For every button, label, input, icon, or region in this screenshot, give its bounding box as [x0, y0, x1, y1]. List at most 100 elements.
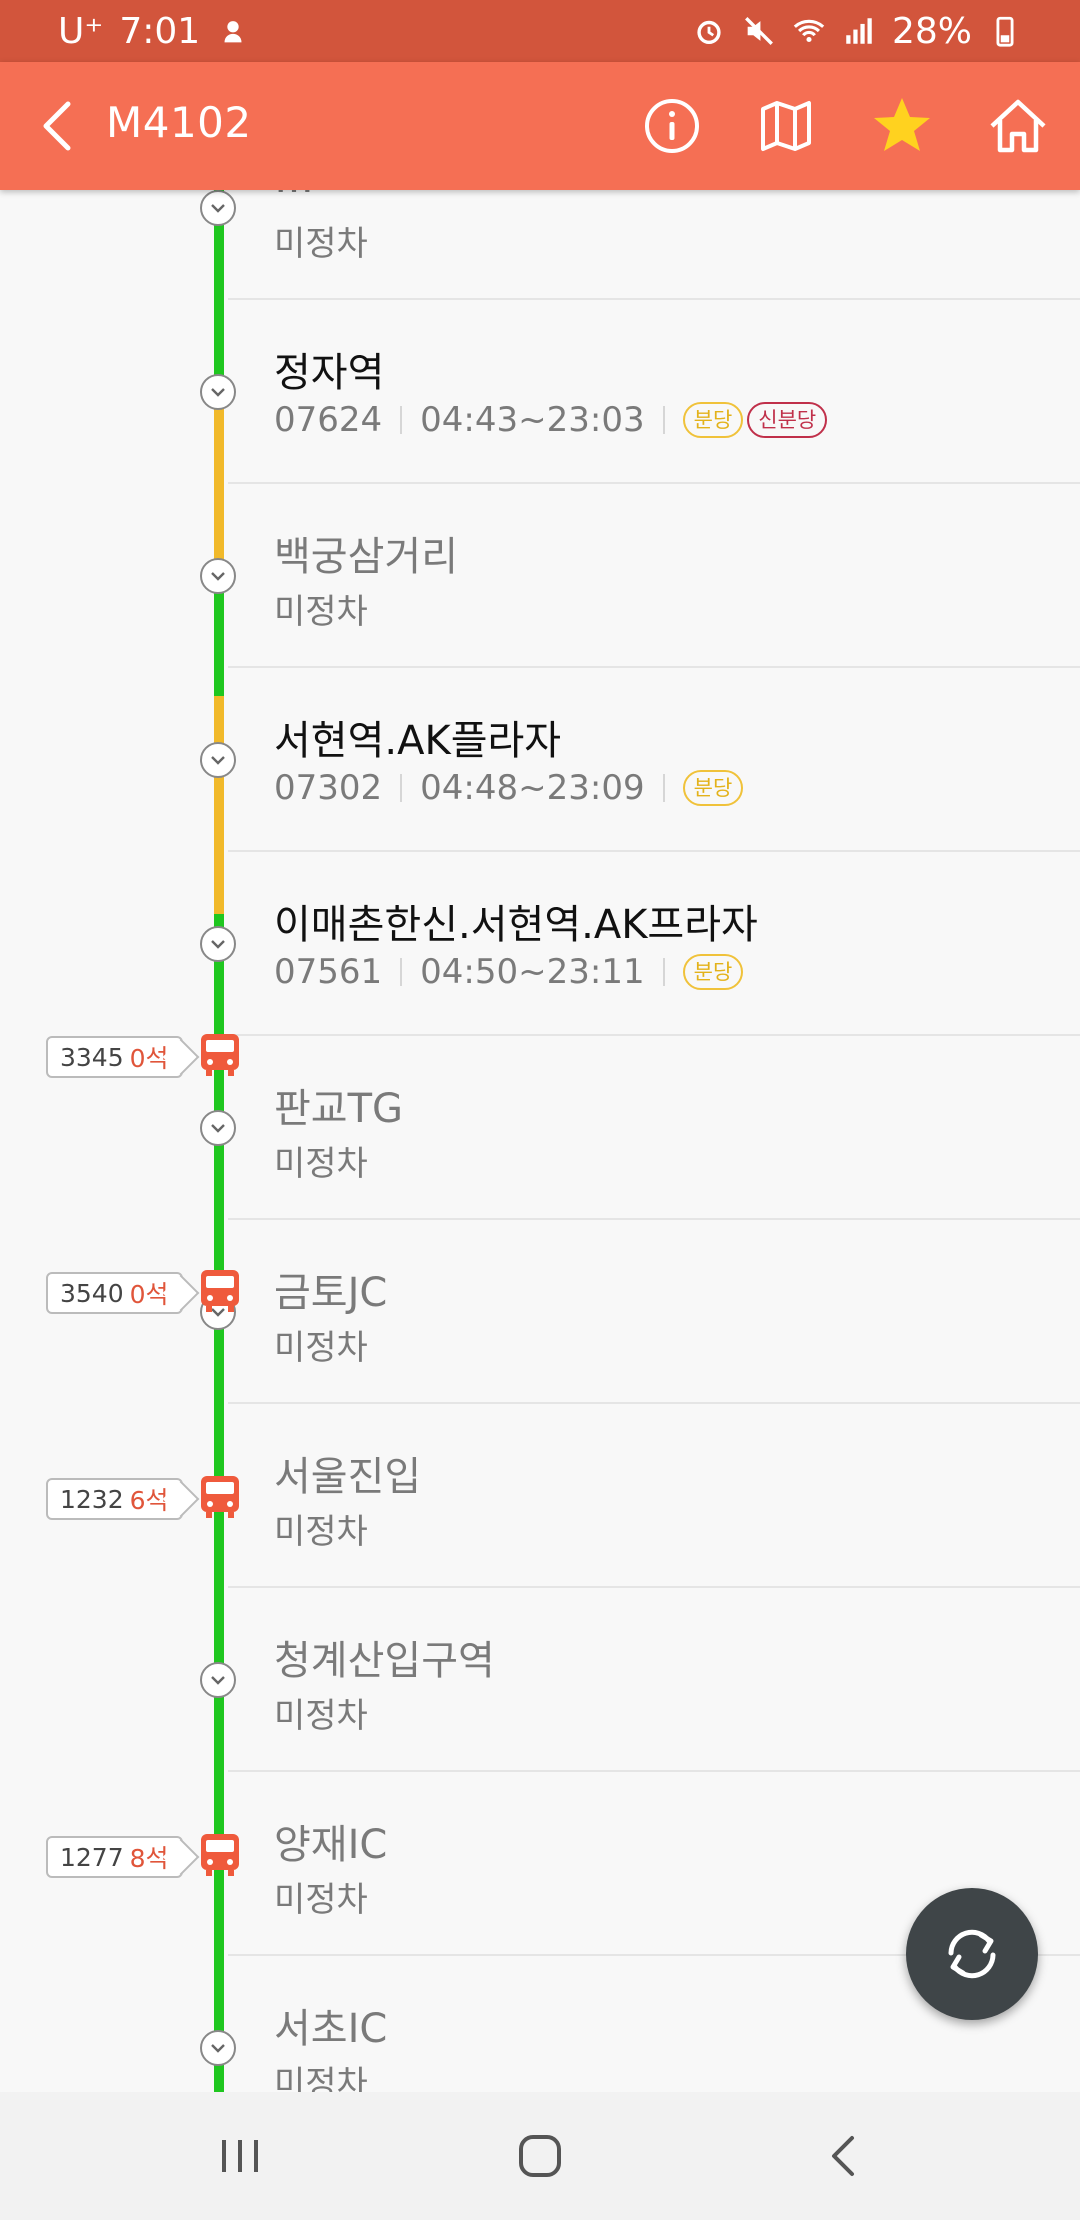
refresh-button[interactable]	[906, 1888, 1038, 2020]
info-icon	[645, 99, 699, 153]
bus-number: 3345	[60, 1042, 124, 1072]
stop-status: 미정차	[274, 1328, 368, 1368]
page-title: M4102	[106, 98, 252, 147]
line-badge: 분당	[682, 402, 744, 438]
recent-apps-icon	[222, 2140, 258, 2172]
back-nav-icon	[832, 2136, 854, 2176]
stop-name: 서울진입	[274, 1454, 422, 1500]
stop-name: 서초IC	[274, 2006, 388, 2052]
bus-icon[interactable]	[199, 1268, 241, 1314]
bus-seats: 0석	[129, 1044, 169, 1073]
line-badge: 분당	[682, 954, 744, 990]
home-icon	[990, 99, 1046, 153]
mute-icon	[745, 17, 773, 45]
stop-marker	[200, 374, 236, 410]
bus-number: 3540	[60, 1278, 124, 1308]
line-badge: 분당	[682, 770, 744, 806]
bus-seats: 6석	[129, 1486, 169, 1515]
line-badge: 신분당	[747, 402, 828, 438]
bus-number: 1232	[60, 1484, 124, 1514]
clock: 7:01	[119, 10, 201, 52]
notification-icon	[224, 21, 242, 43]
stop-list[interactable]: … 미정차 정자역 07624 04:43~23:03 분당 신분당 백궁삼거리…	[0, 190, 1080, 2092]
home-button[interactable]	[984, 92, 1052, 160]
stop-row[interactable]: … 미정차	[0, 190, 1080, 300]
stop-status: 미정차	[274, 224, 368, 264]
app-bar: M4102	[0, 62, 1080, 190]
bus-number: 1277	[60, 1842, 124, 1872]
stop-info: 07624 04:43~23:03 분당 신분당	[274, 400, 831, 440]
alarm-icon	[697, 20, 721, 45]
bus-tag[interactable]: 1232 6석	[46, 1478, 183, 1520]
stop-name: 청계산입구역	[274, 1638, 495, 1684]
stop-hours: 04:43~23:03	[420, 400, 645, 440]
bus-seats: 8석	[129, 1844, 169, 1873]
bus-icon[interactable]	[199, 1832, 241, 1878]
stop-hours: 04:50~23:11	[420, 952, 645, 992]
stop-marker	[200, 1110, 236, 1146]
chevron-down-icon	[211, 756, 225, 765]
stop-name: …	[274, 190, 314, 202]
back-nav-button[interactable]	[812, 2124, 876, 2188]
carrier-label: U⁺	[58, 10, 104, 52]
map-button[interactable]	[752, 92, 820, 160]
stop-name: 서현역.AK플라자	[274, 718, 562, 764]
chevron-down-icon	[211, 1676, 225, 1685]
info-button[interactable]	[638, 92, 706, 160]
stop-marker	[200, 1662, 236, 1698]
stop-code: 07624	[274, 400, 383, 440]
bus-tag[interactable]: 3540 0석	[46, 1272, 183, 1314]
stop-marker	[200, 2030, 236, 2066]
chevron-down-icon	[211, 572, 225, 581]
stop-status: 미정차	[274, 592, 368, 632]
stop-name: 이매촌한신.서현역.AK프라자	[274, 902, 758, 948]
favorite-button[interactable]	[868, 92, 936, 160]
bus-icon[interactable]	[199, 1474, 241, 1520]
home-circle-icon	[519, 2135, 561, 2177]
recent-apps-button[interactable]	[208, 2124, 272, 2188]
stop-status: 미정차	[274, 2064, 368, 2092]
stop-hours: 04:48~23:09	[420, 768, 645, 808]
bus-icon[interactable]	[199, 1032, 241, 1078]
stop-name: 판교TG	[274, 1086, 404, 1132]
battery-icon	[996, 16, 1014, 47]
chevron-down-icon	[211, 204, 225, 213]
stop-name: 정자역	[274, 350, 385, 396]
stop-row[interactable]: 서현역.AK플라자 07302 04:48~23:09 분당	[0, 668, 1080, 852]
stop-code: 07302	[274, 768, 383, 808]
stop-row[interactable]: 백궁삼거리 미정차	[0, 484, 1080, 668]
stop-info: 07561 04:50~23:11 분당	[274, 952, 747, 992]
battery-percent: 28%	[891, 10, 972, 52]
stop-marker	[200, 558, 236, 594]
wifi-icon	[793, 19, 825, 43]
stop-status: 미정차	[274, 1880, 368, 1920]
home-nav-button[interactable]	[508, 2124, 572, 2188]
stop-row[interactable]: 이매촌한신.서현역.AK프라자 07561 04:50~23:11 분당	[0, 852, 1080, 1036]
stop-row[interactable]: 정자역 07624 04:43~23:03 분당 신분당	[0, 300, 1080, 484]
system-nav-bar	[0, 2092, 1080, 2220]
chevron-down-icon	[211, 1124, 225, 1133]
chevron-down-icon	[211, 940, 225, 949]
refresh-icon	[948, 1929, 996, 1979]
star-icon	[874, 98, 930, 151]
stop-marker	[200, 190, 236, 226]
stop-marker	[200, 742, 236, 778]
status-bar: U⁺ 7:01 28%	[0, 0, 1080, 62]
stop-row[interactable]: 청계산입구역 미정차	[0, 1588, 1080, 1772]
stop-marker	[200, 926, 236, 962]
bus-tag[interactable]: 1277 8석	[46, 1836, 183, 1878]
stop-name: 금토JC	[274, 1270, 388, 1316]
bus-tag[interactable]: 3345 0석	[46, 1036, 183, 1078]
bus-seats: 0석	[129, 1280, 169, 1309]
back-icon	[43, 101, 71, 151]
stop-code: 07561	[274, 952, 383, 992]
stop-name: 백궁삼거리	[274, 534, 458, 580]
stop-name: 양재IC	[274, 1822, 388, 1868]
stop-status: 미정차	[274, 1696, 368, 1736]
chevron-down-icon	[211, 388, 225, 397]
back-button[interactable]	[28, 92, 96, 160]
chevron-down-icon	[211, 2044, 225, 2053]
map-icon	[761, 101, 811, 151]
stop-status: 미정차	[274, 1512, 368, 1552]
stop-status: 미정차	[274, 1144, 368, 1184]
